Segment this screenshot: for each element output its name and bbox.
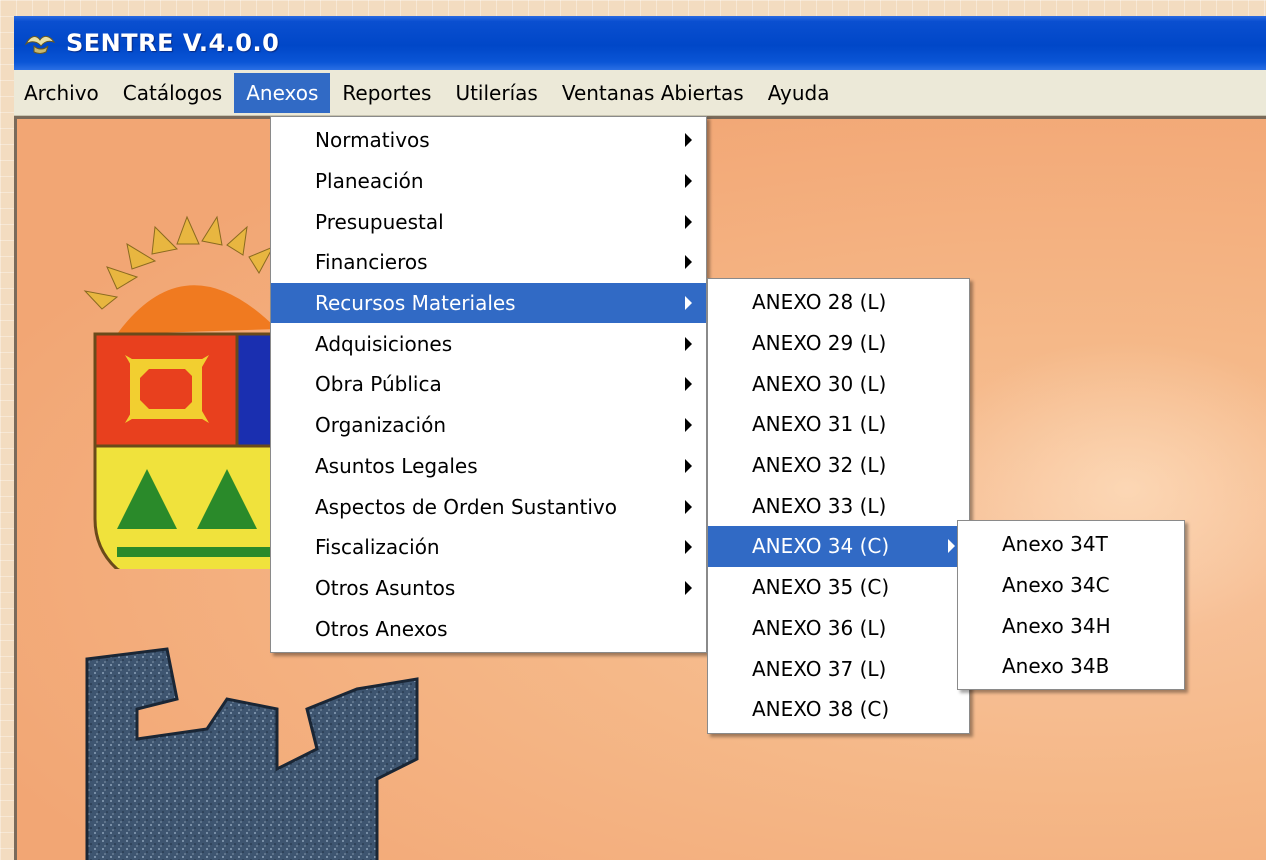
- menu-item-anexo-34b[interactable]: Anexo 34B: [958, 646, 1184, 687]
- menu-item-aspectos-orden-sustantivo[interactable]: Aspectos de Orden Sustantivo: [271, 486, 706, 527]
- menu-item-anexo-36[interactable]: ANEXO 36 (L): [708, 608, 969, 649]
- menu-ventanas-abiertas[interactable]: Ventanas Abiertas: [550, 73, 756, 113]
- submenu-arrow-icon: [685, 499, 692, 514]
- menu-ayuda[interactable]: Ayuda: [756, 73, 842, 113]
- menu-item-label: ANEXO 34 (C): [752, 534, 890, 559]
- menu-archivo[interactable]: Archivo: [14, 73, 111, 113]
- menu-item-recursos-materiales[interactable]: Recursos Materiales: [271, 282, 706, 324]
- submenu-arrow-icon: [685, 540, 692, 555]
- menu-item-anexo-34t[interactable]: Anexo 34T: [958, 524, 1184, 565]
- menu-item-label: Aspectos de Orden Sustantivo: [315, 494, 617, 519]
- menu-catalogos[interactable]: Catálogos: [111, 73, 234, 113]
- submenu-arrow-icon: [685, 133, 692, 148]
- menu-item-anexo-34c[interactable]: Anexo 34C: [958, 565, 1184, 606]
- menu-item-label: Asuntos Legales: [315, 453, 478, 478]
- menu-item-anexo-34[interactable]: ANEXO 34 (C): [708, 526, 969, 567]
- menu-item-anexo-30[interactable]: ANEXO 30 (L): [708, 363, 969, 404]
- menu-item-asuntos-legales[interactable]: Asuntos Legales: [271, 446, 706, 487]
- menu-item-label: Organización: [315, 413, 447, 438]
- menu-item-anexo-32[interactable]: ANEXO 32 (L): [708, 445, 969, 486]
- menu-item-label: Presupuestal: [315, 209, 444, 234]
- menu-anexos[interactable]: Anexos: [234, 72, 331, 113]
- menu-item-presupuestal[interactable]: Presupuestal: [271, 201, 706, 242]
- menu-item-otros-asuntos[interactable]: Otros Asuntos: [271, 568, 706, 609]
- bird-icon: [24, 30, 56, 56]
- menu-item-anexo-34h[interactable]: Anexo 34H: [958, 605, 1184, 646]
- menu-item-label: Recursos Materiales: [315, 291, 516, 316]
- anexos-menu: Normativos Planeación Presupuestal Finan…: [270, 116, 707, 653]
- submenu-arrow-icon: [685, 458, 692, 473]
- menu-reportes[interactable]: Reportes: [330, 73, 443, 113]
- submenu-arrow-icon: [685, 580, 692, 595]
- menu-item-planeacion[interactable]: Planeación: [271, 161, 706, 202]
- menu-bar: Archivo Catálogos Anexos Reportes Utiler…: [14, 70, 1266, 116]
- menu-item-anexo-31[interactable]: ANEXO 31 (L): [708, 404, 969, 445]
- title-bar[interactable]: SENTRE V.4.0.0: [14, 16, 1266, 70]
- menu-item-label: Fiscalización: [315, 535, 440, 560]
- menu-item-fiscalizacion[interactable]: Fiscalización: [271, 527, 706, 568]
- submenu-arrow-icon: [948, 539, 955, 554]
- menu-item-financieros[interactable]: Financieros: [271, 242, 706, 283]
- anexo-34-submenu: Anexo 34T Anexo 34C Anexo 34H Anexo 34B: [957, 520, 1185, 690]
- menu-item-label: Obra Pública: [315, 372, 442, 397]
- coat-of-arms-emblem: [83, 215, 297, 569]
- menu-item-label: Otros Anexos: [315, 616, 448, 641]
- menu-item-label: Otros Asuntos: [315, 575, 456, 600]
- submenu-arrow-icon: [685, 418, 692, 433]
- submenu-arrow-icon: [685, 336, 692, 351]
- menu-item-otros-anexos[interactable]: Otros Anexos: [271, 608, 706, 649]
- submenu-arrow-icon: [685, 377, 692, 392]
- submenu-arrow-icon: [685, 214, 692, 229]
- menu-item-adquisiciones[interactable]: Adquisiciones: [271, 323, 706, 364]
- menu-item-anexo-33[interactable]: ANEXO 33 (L): [708, 485, 969, 526]
- submenu-arrow-icon: [685, 296, 692, 311]
- recursos-materiales-submenu: ANEXO 28 (L) ANEXO 29 (L) ANEXO 30 (L) A…: [707, 278, 970, 734]
- menu-item-anexo-35[interactable]: ANEXO 35 (C): [708, 567, 969, 608]
- menu-item-normativos[interactable]: Normativos: [271, 120, 706, 161]
- stone-logo: [85, 647, 419, 860]
- menu-item-obra-publica[interactable]: Obra Pública: [271, 364, 706, 405]
- menu-item-organizacion[interactable]: Organización: [271, 405, 706, 446]
- menu-utilerias[interactable]: Utilerías: [443, 73, 549, 113]
- submenu-arrow-icon: [685, 174, 692, 189]
- menu-item-label: Planeación: [315, 169, 424, 194]
- menu-item-anexo-28[interactable]: ANEXO 28 (L): [708, 282, 969, 323]
- menu-item-label: Financieros: [315, 250, 428, 275]
- menu-item-anexo-29[interactable]: ANEXO 29 (L): [708, 323, 969, 364]
- submenu-arrow-icon: [685, 255, 692, 270]
- menu-item-anexo-37[interactable]: ANEXO 37 (L): [708, 648, 969, 689]
- menu-item-anexo-38[interactable]: ANEXO 38 (C): [708, 689, 969, 730]
- menu-item-label: Adquisiciones: [315, 331, 453, 356]
- menu-item-label: Normativos: [315, 128, 430, 153]
- window-title: SENTRE V.4.0.0: [66, 29, 280, 57]
